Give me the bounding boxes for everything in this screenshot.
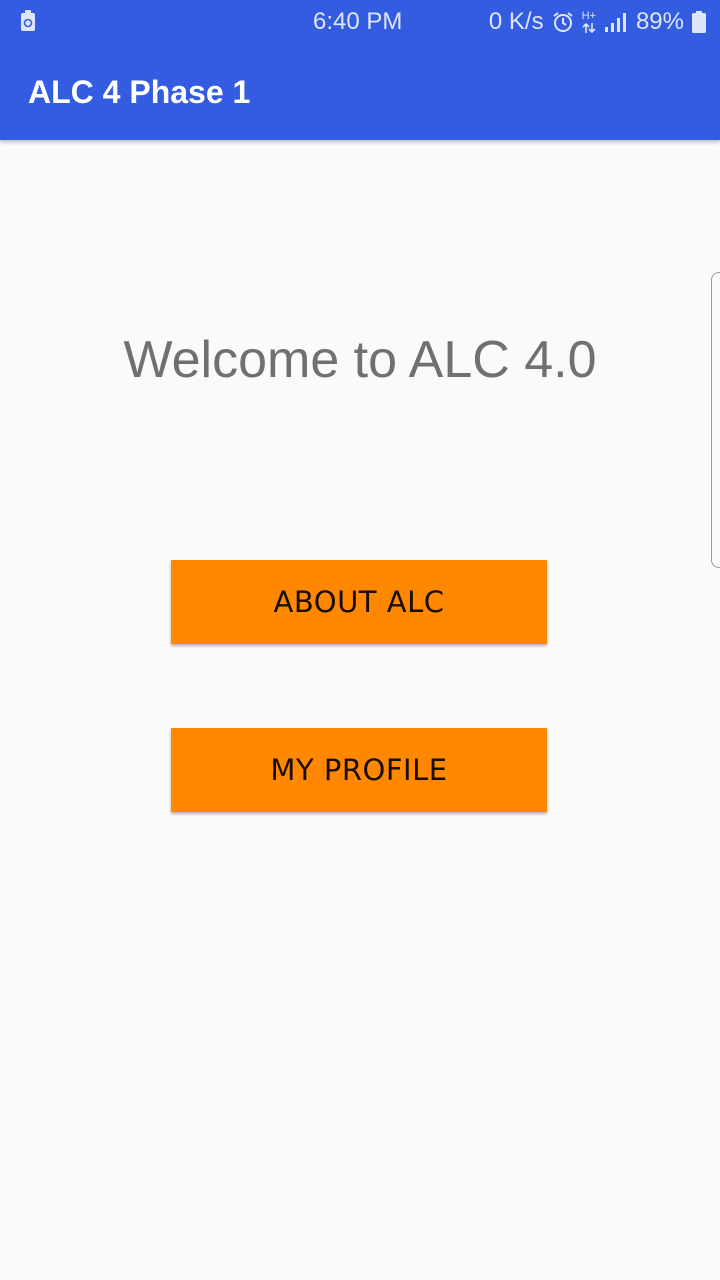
edge-panel-handle[interactable]: [711, 272, 720, 568]
battery-icon: [692, 11, 706, 33]
my-profile-button[interactable]: MY PROFILE: [171, 728, 547, 812]
storage-cleaner-icon: [20, 10, 36, 32]
status-bar: 6:40 PM 0 K/s H+ 89%: [0, 0, 720, 44]
network-speed: 0 K/s: [488, 8, 544, 35]
status-time: 6:40 PM: [313, 8, 403, 35]
app-title: ALC 4 Phase 1: [28, 74, 251, 110]
network-type: H+: [581, 9, 596, 22]
data-arrows-icon: H+: [581, 9, 596, 34]
about-alc-button[interactable]: ABOUT ALC: [171, 560, 547, 644]
welcome-heading: Welcome to ALC 4.0: [123, 331, 597, 389]
app-bar: ALC 4 Phase 1: [0, 44, 720, 140]
alarm-icon: [552, 11, 574, 33]
signal-icon: [604, 11, 628, 33]
status-right-group: 0 K/s H+ 89%: [489, 8, 706, 36]
battery-percent: 89%: [635, 8, 684, 35]
